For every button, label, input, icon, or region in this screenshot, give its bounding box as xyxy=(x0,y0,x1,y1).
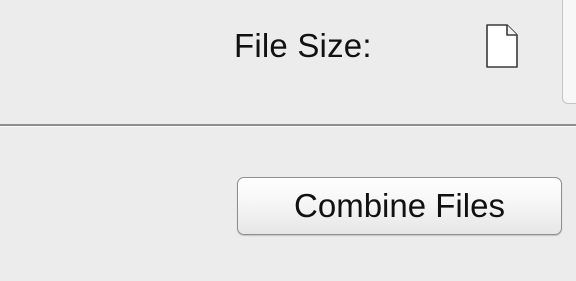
file-info-panel: File Size: xyxy=(0,0,576,124)
section-divider-highlight xyxy=(0,126,576,127)
preview-panel-edge xyxy=(562,0,576,104)
document-icon xyxy=(486,24,518,68)
file-size-label: File Size: xyxy=(234,27,372,64)
combine-files-button[interactable]: Combine Files xyxy=(237,177,562,235)
